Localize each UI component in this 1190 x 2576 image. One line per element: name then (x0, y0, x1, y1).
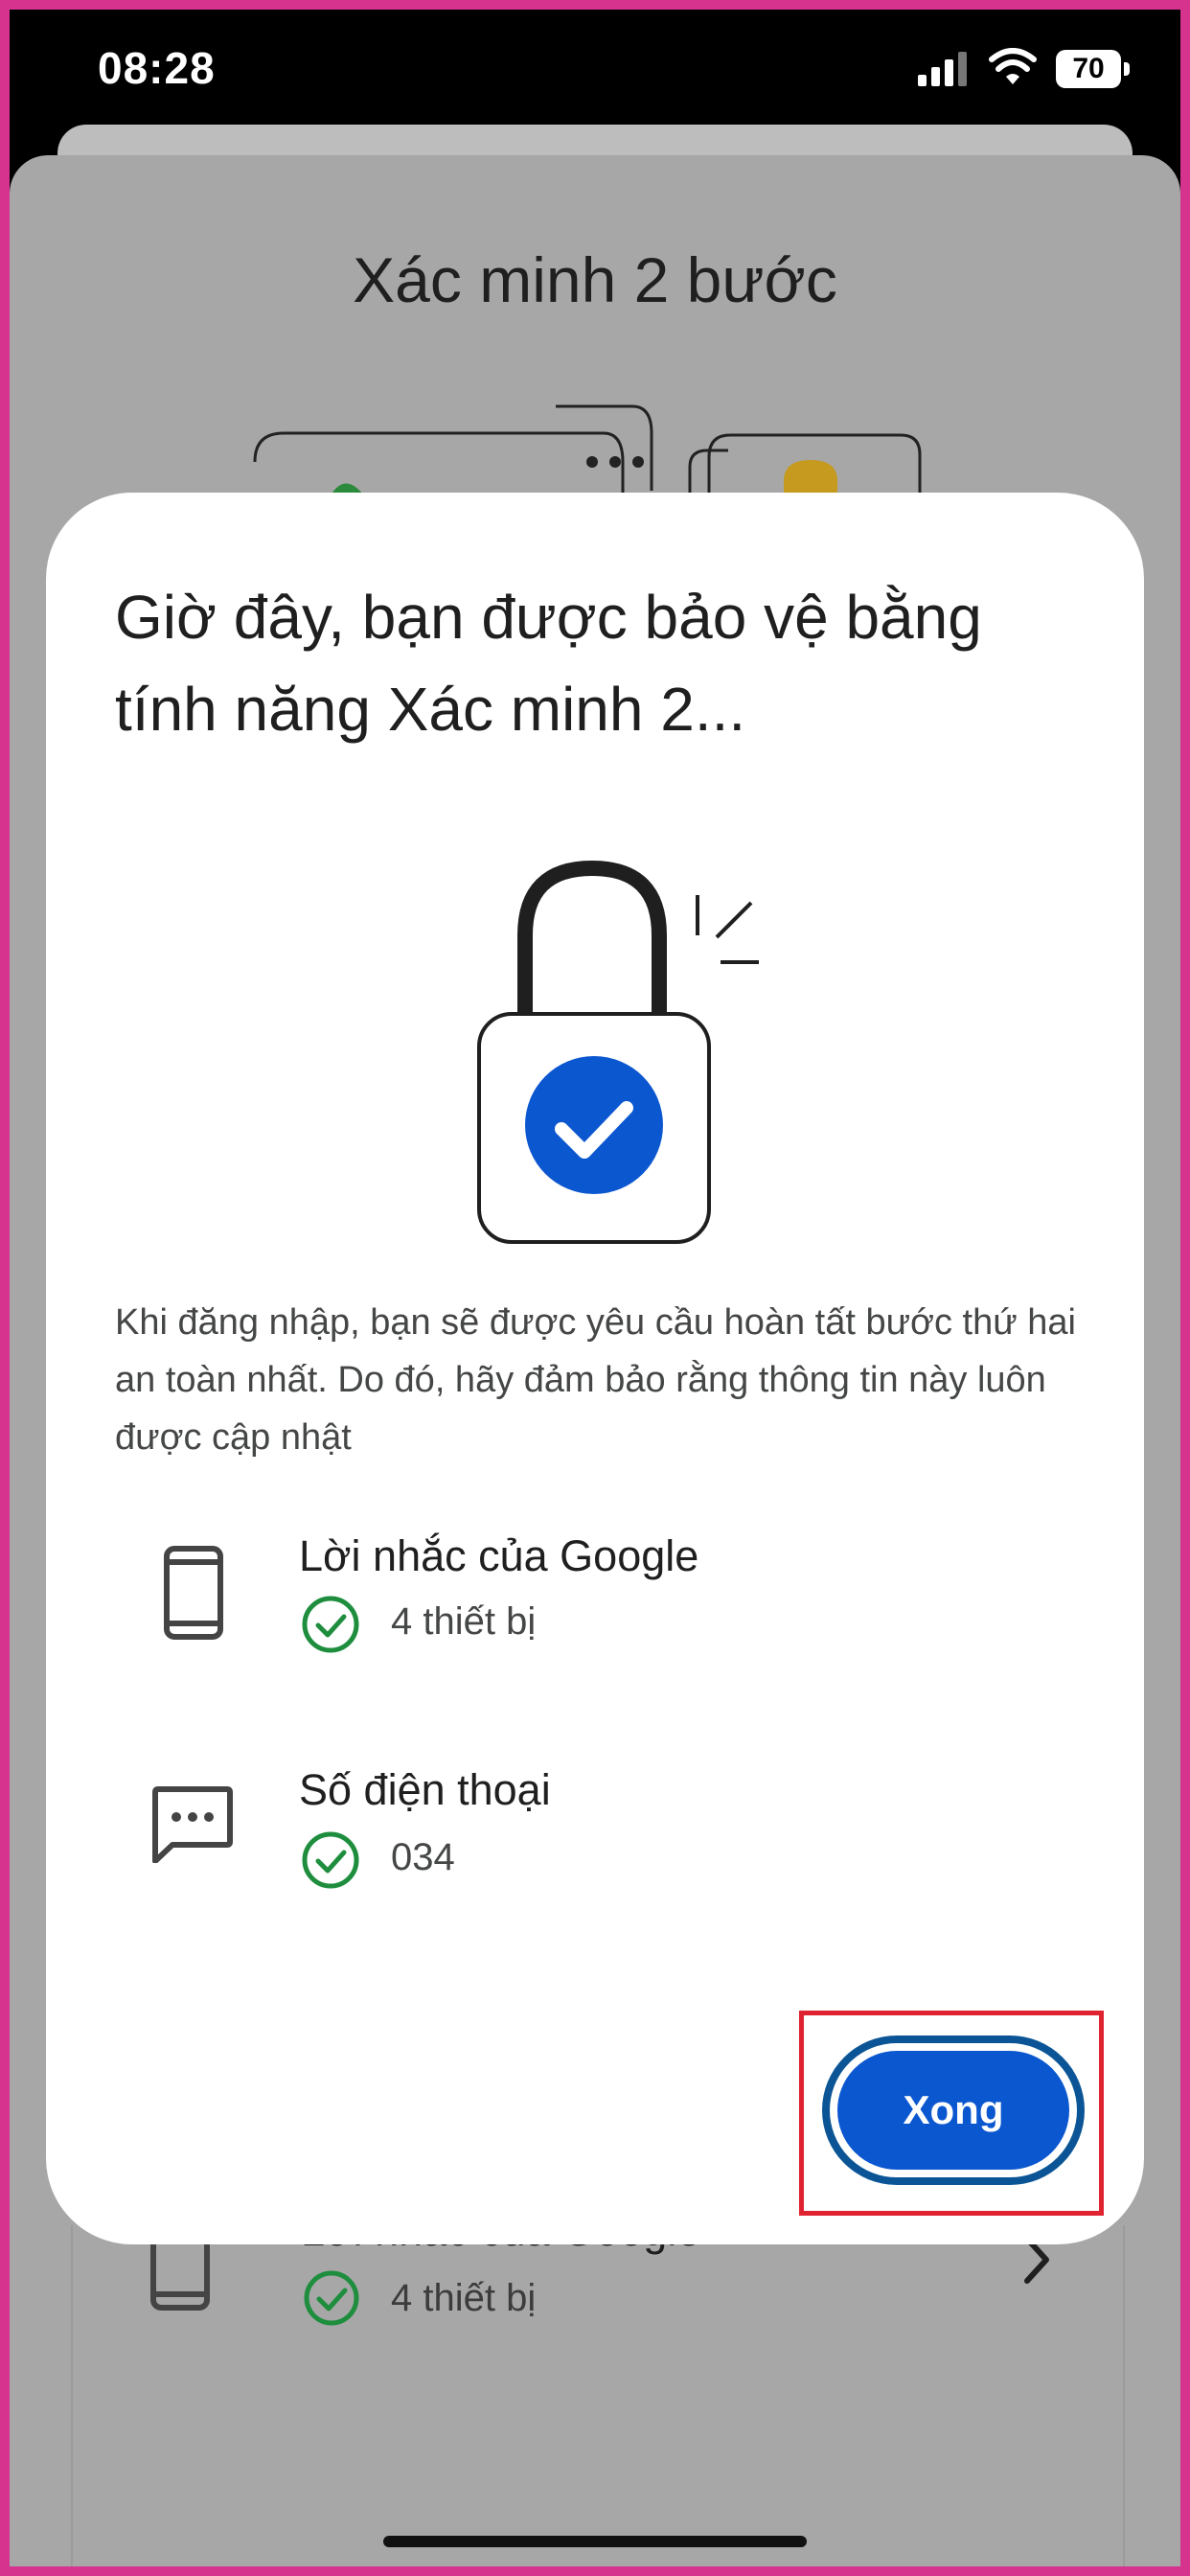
lock-check-illustration (477, 860, 759, 1244)
status-bar: 08:28 70 (10, 10, 1180, 144)
dialog-title: Giờ đây, bạn được bảo vệ bằng tính năng … (115, 583, 982, 744)
battery-level: 70 (1056, 50, 1121, 88)
method-row-subtitle: 4 thiết bị (391, 2277, 537, 2319)
method-card (71, 2225, 1125, 2566)
success-dialog: Giờ đây, bạn được bảo vệ bằng tính năng … (46, 493, 1144, 2244)
option-detail: 4 thiết bị (391, 1600, 537, 1643)
option-title: Lời nhắc của Google (299, 1531, 699, 1580)
option-title: Số điện thoại (299, 1765, 551, 1814)
cellular-signal-icon (918, 52, 967, 86)
status-time: 08:28 (98, 43, 216, 93)
phone-icon (164, 1546, 223, 1640)
home-indicator[interactable] (383, 2536, 807, 2547)
check-circle-icon (302, 1596, 359, 1653)
check-circle-icon (302, 1831, 359, 1889)
done-button[interactable]: Xong (830, 2043, 1077, 2177)
wifi-icon (989, 48, 1037, 84)
dialog-body: Khi đăng nhập, bạn sẽ được yêu cầu hoàn … (115, 1302, 1076, 1458)
battery-tip (1124, 62, 1130, 76)
option-detail: 034 (391, 1836, 455, 1878)
check-circle-icon (304, 2270, 359, 2326)
page-title: Xác minh 2 bước (353, 244, 837, 315)
message-icon (152, 1786, 233, 1863)
phone-screen: 08:28 70 Xác minh 2 bước 4 thiết bị Giờ … (10, 10, 1180, 2566)
battery-icon: 70 (1056, 50, 1131, 88)
